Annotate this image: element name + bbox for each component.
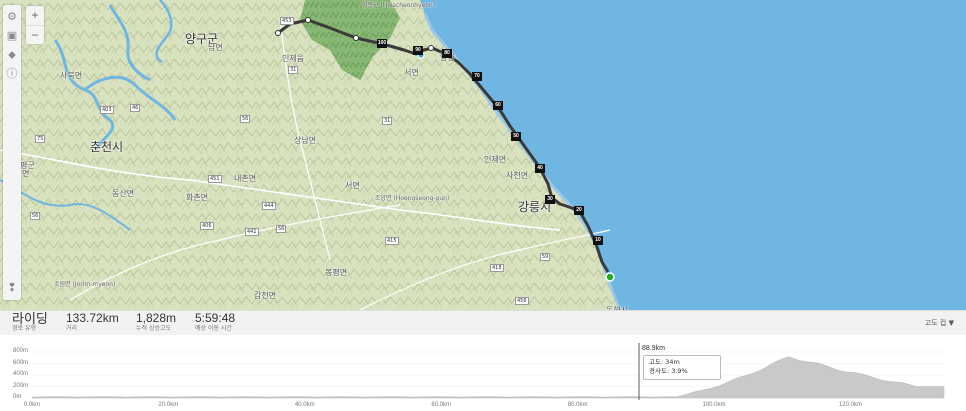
- y-tick-label: 0m: [13, 394, 22, 400]
- place-label: 면: [22, 169, 30, 178]
- zoom-out-button[interactable]: −: [26, 25, 44, 45]
- place-label: 인제읍: [282, 54, 305, 63]
- help-icon[interactable]: ❢: [5, 281, 19, 295]
- elevation-toggle-label: 고도 컵: [924, 319, 947, 327]
- elevation-gain-value: 1,828m: [136, 311, 177, 325]
- y-tick-label: 600m: [13, 359, 29, 366]
- route-waypoint[interactable]: [305, 17, 311, 23]
- x-tick-label: 20.0km: [158, 402, 179, 408]
- elevation-toggle[interactable]: 고도 컵 ▼: [925, 318, 954, 328]
- road-number-shield: 46: [130, 104, 141, 112]
- gear-icon[interactable]: ⚙: [5, 10, 19, 24]
- place-label: 동산면: [112, 189, 135, 198]
- y-tick-label: 200m: [13, 382, 29, 389]
- road-number-shield: 418: [490, 264, 504, 272]
- road-number-shield: 59: [540, 253, 551, 261]
- distance-marker[interactable]: 70: [472, 72, 482, 81]
- distance-marker[interactable]: 100: [377, 39, 387, 48]
- distance-marker[interactable]: 80: [442, 49, 452, 58]
- road-number-shield: 56: [30, 212, 41, 220]
- place-label: 서면: [404, 68, 419, 77]
- place-label: 서면: [345, 181, 360, 190]
- info-icon[interactable]: ⓘ: [5, 67, 19, 81]
- route-waypoint[interactable]: [353, 35, 359, 41]
- stat-elevation-gain: 1,828m 누적 상승고도: [136, 312, 176, 333]
- distance-marker[interactable]: 50: [511, 132, 521, 141]
- road-number-shield: 451: [208, 175, 222, 183]
- distance-marker[interactable]: 20: [574, 206, 584, 215]
- tooltip-grade: 경사도: 3.9%: [649, 367, 688, 375]
- road-number-shield: 31: [382, 117, 393, 125]
- stat-route-type: 라이딩 경로 유형: [12, 312, 48, 333]
- place-label: 남면: [208, 43, 223, 52]
- road-number-shield: 415: [385, 237, 399, 245]
- stat-distance: 133.72km 거리: [66, 312, 119, 333]
- layers-icon[interactable]: ▣: [5, 29, 19, 43]
- x-tick-label: 40.0km: [294, 402, 315, 408]
- place-label: 사천면: [506, 171, 529, 180]
- road-number-shield: 456: [515, 297, 529, 305]
- road-number-shield: 31: [288, 66, 299, 74]
- route-stats-bar: 라이딩 경로 유형 133.72km 거리 1,828m 누적 상승고도 5:5…: [0, 310, 966, 335]
- place-label: 갑천면: [254, 291, 277, 300]
- cursor-distance: 88.9km: [642, 345, 665, 352]
- chevron-down-icon: ▼: [948, 319, 954, 327]
- road-number-shield: 453: [280, 17, 294, 25]
- moving-time-label: 예상 이동 시간: [195, 325, 232, 332]
- zoom-control: + −: [26, 6, 44, 44]
- x-tick-label: 60.0km: [431, 402, 452, 408]
- elevation-profile[interactable]: 800m 600m 400m 200m 0m 0.0km 20.0km 40.0km 60.0…: [0, 335, 966, 411]
- distance-marker[interactable]: 30: [545, 195, 555, 204]
- distance-marker[interactable]: 10: [593, 236, 603, 245]
- road-number-shield: 406: [200, 222, 214, 230]
- distance-value: 133.72km: [66, 311, 119, 325]
- y-tick-label: 400m: [13, 371, 29, 377]
- elevation-tooltip: 고도: 34m 경사도: 3.9%: [643, 355, 721, 380]
- x-tick-label: 100.0km: [702, 402, 726, 408]
- stat-moving-time: 5:59:48 예상 이동 시간: [195, 312, 235, 333]
- elevation-chart: [31, 343, 945, 400]
- road-number-shield: 56: [240, 115, 251, 123]
- route-waypoint[interactable]: [428, 45, 434, 51]
- place-label: 상남면: [294, 136, 317, 145]
- map-canvas: [0, 0, 966, 310]
- elevation-gain-label: 누적 상승고도: [136, 325, 172, 332]
- place-label: 영동군 (Hwacheonhyeon): [362, 2, 436, 9]
- zoom-in-button[interactable]: +: [26, 6, 44, 25]
- route-map[interactable]: 양구군 남면 인제읍 사북면 춘천시 상남면 내촌면 동산면 화촌면 서면 서면 인제면 사천면 강릉시 봉…: [0, 0, 966, 310]
- x-tick-label: 80.0km: [567, 402, 588, 408]
- map-toolbar: ⚙ ▣ ⬥ ⓘ ❢: [3, 5, 21, 300]
- place-label: 조양면 (Hoengseong-gun): [375, 195, 450, 202]
- place-label: 춘천시: [90, 140, 124, 154]
- place-label: 화촌면: [186, 193, 209, 202]
- place-label: 봉평면: [325, 268, 348, 277]
- route-waypoint[interactable]: [275, 30, 281, 36]
- road-number-shield: 56: [276, 225, 287, 233]
- route-type-value: 라이딩: [12, 311, 48, 326]
- elevation-area: [31, 356, 945, 399]
- x-tick-label: 0.0km: [23, 402, 41, 408]
- y-tick-label: 800m: [13, 348, 29, 354]
- road-number-shield: 444: [262, 202, 276, 210]
- distance-label: 거리: [66, 325, 78, 332]
- pin-icon[interactable]: ⬥: [5, 48, 19, 62]
- route-start-marker[interactable]: [605, 272, 615, 282]
- distance-marker[interactable]: 40: [535, 164, 545, 173]
- place-label: 조림면 (Jorim-myeon): [54, 281, 116, 288]
- road-number-shield: 403: [100, 106, 114, 114]
- place-label: 인제면: [484, 155, 507, 164]
- tooltip-elevation: 고도: 34m: [649, 358, 680, 366]
- road-number-shield: 441: [245, 228, 259, 236]
- route-type-label: 경로 유형: [12, 325, 36, 332]
- road-number-shield: 75: [35, 135, 46, 143]
- distance-marker[interactable]: 60: [493, 101, 503, 110]
- place-label: 사북면: [60, 71, 83, 80]
- moving-time-value: 5:59:48: [195, 311, 236, 325]
- x-tick-label: 120.0km: [838, 402, 862, 408]
- place-label: 내촌면: [234, 174, 257, 183]
- distance-marker[interactable]: 90: [413, 46, 423, 55]
